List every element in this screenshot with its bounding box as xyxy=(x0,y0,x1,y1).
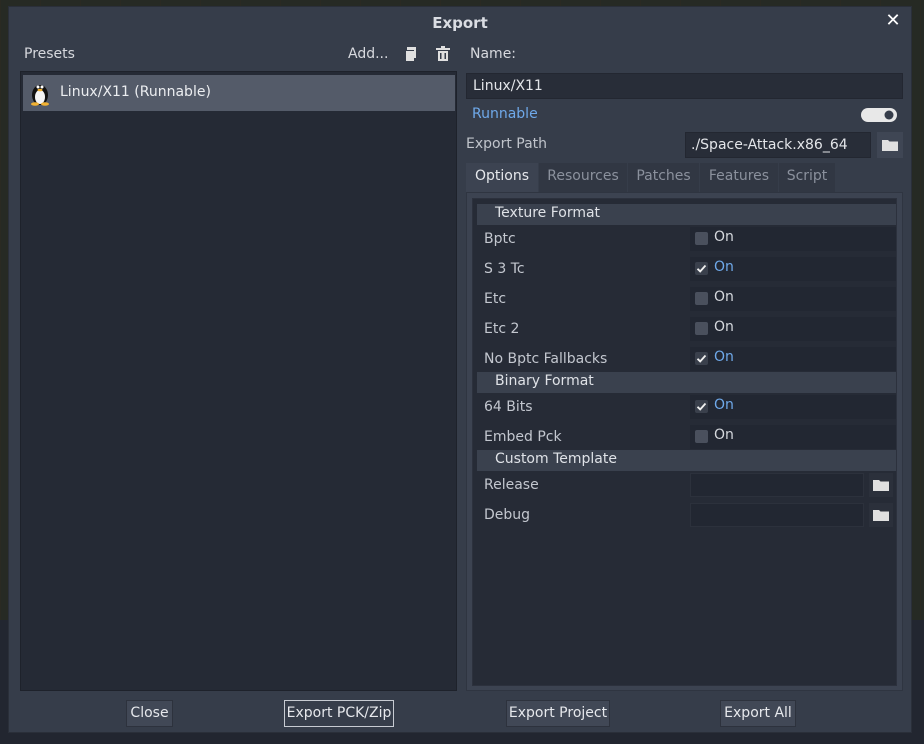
export-path-field[interactable]: ./Space-Attack.x86_64 xyxy=(685,132,871,158)
checkbox-text: On xyxy=(714,349,734,365)
export-all-button[interactable]: Export All xyxy=(720,700,796,727)
export-path-value: ./Space-Attack.x86_64 xyxy=(691,137,848,153)
dialog-title: Export xyxy=(432,14,488,32)
export-project-button[interactable]: Export Project xyxy=(506,700,610,727)
prop-no-bptc-fallbacks-checkbox[interactable]: On xyxy=(690,347,896,371)
options-inspector: Texture Format Bptc On S 3 Tc On Etc On … xyxy=(472,198,897,686)
checkbox-icon xyxy=(695,322,708,335)
checkbox-icon xyxy=(695,292,708,305)
duplicate-icon[interactable] xyxy=(403,46,421,64)
folder-icon xyxy=(873,480,889,491)
section-texture-format[interactable]: Texture Format xyxy=(477,204,896,225)
checkmark-icon xyxy=(695,400,708,413)
checkbox-text: On xyxy=(714,397,734,413)
prop-label: Embed Pck xyxy=(484,429,562,445)
close-icon[interactable]: ✕ xyxy=(885,12,901,30)
preset-item-label: Linux/X11 (Runnable) xyxy=(60,84,211,100)
browse-debug-button[interactable] xyxy=(869,503,893,527)
browse-release-button[interactable] xyxy=(869,473,893,497)
checkbox-icon xyxy=(695,232,708,245)
tab-script[interactable]: Script xyxy=(779,163,835,193)
tab-options[interactable]: Options xyxy=(466,163,538,193)
options-panel: Texture Format Bptc On S 3 Tc On Etc On … xyxy=(466,192,903,691)
checkbox-icon xyxy=(695,430,708,443)
prop-etc2-checkbox[interactable]: On xyxy=(690,317,896,341)
prop-bptc-checkbox[interactable]: On xyxy=(690,227,896,251)
tab-features[interactable]: Features xyxy=(700,163,778,193)
preset-list[interactable]: Linux/X11 (Runnable) xyxy=(20,71,457,691)
tab-patches[interactable]: Patches xyxy=(628,163,699,193)
section-binary-format[interactable]: Binary Format xyxy=(477,372,896,393)
folder-icon xyxy=(873,510,889,521)
add-preset-button[interactable]: Add... xyxy=(348,46,388,62)
checkmark-icon xyxy=(695,352,708,365)
folder-icon xyxy=(882,140,898,151)
prop-label: No Bptc Fallbacks xyxy=(484,351,608,367)
prop-label: 64 Bits xyxy=(484,399,533,415)
trash-icon[interactable] xyxy=(435,46,453,64)
name-label: Name: xyxy=(470,46,517,62)
checkbox-text: On xyxy=(714,229,734,245)
prop-s3tc-checkbox[interactable]: On xyxy=(690,257,896,281)
prop-label: Etc xyxy=(484,291,507,307)
export-path-label: Export Path xyxy=(466,136,548,152)
name-value: Linux/X11 xyxy=(473,78,543,94)
runnable-toggle[interactable] xyxy=(861,107,897,123)
prop-etc-checkbox[interactable]: On xyxy=(690,287,896,311)
section-title: Custom Template xyxy=(495,451,617,467)
checkmark-icon xyxy=(695,262,708,275)
browse-path-button[interactable] xyxy=(877,132,903,158)
presets-label: Presets xyxy=(24,46,75,62)
prop-64-bits-checkbox[interactable]: On xyxy=(690,395,896,419)
checkbox-text: On xyxy=(714,319,734,335)
close-button[interactable]: Close xyxy=(126,700,173,727)
section-custom-template[interactable]: Custom Template xyxy=(477,450,896,471)
runnable-label: Runnable xyxy=(472,106,538,122)
dialog-titlebar: Export ✕ xyxy=(9,7,911,39)
section-title: Texture Format xyxy=(495,205,601,221)
debug-template-field[interactable] xyxy=(690,503,864,527)
release-template-field[interactable] xyxy=(690,473,864,497)
checkbox-text: On xyxy=(714,289,734,305)
checkbox-text: On xyxy=(714,259,734,275)
prop-label: Bptc xyxy=(484,231,516,247)
export-pck-zip-button[interactable]: Export PCK/Zip xyxy=(284,700,394,727)
preset-item[interactable]: Linux/X11 (Runnable) xyxy=(23,75,455,111)
tux-linux-icon xyxy=(27,80,53,106)
checkbox-text: On xyxy=(714,427,734,443)
prop-embed-pck-checkbox[interactable]: On xyxy=(690,425,896,449)
prop-label: Etc 2 xyxy=(484,321,520,337)
export-dialog: Export ✕ Presets Add... Linux/X11 (Runna… xyxy=(8,6,912,733)
prop-label: Debug xyxy=(484,507,531,523)
prop-label: S 3 Tc xyxy=(484,261,525,277)
tab-resources[interactable]: Resources xyxy=(539,163,627,193)
section-title: Binary Format xyxy=(495,373,594,389)
name-field[interactable]: Linux/X11 xyxy=(466,73,903,99)
prop-label: Release xyxy=(484,477,539,493)
